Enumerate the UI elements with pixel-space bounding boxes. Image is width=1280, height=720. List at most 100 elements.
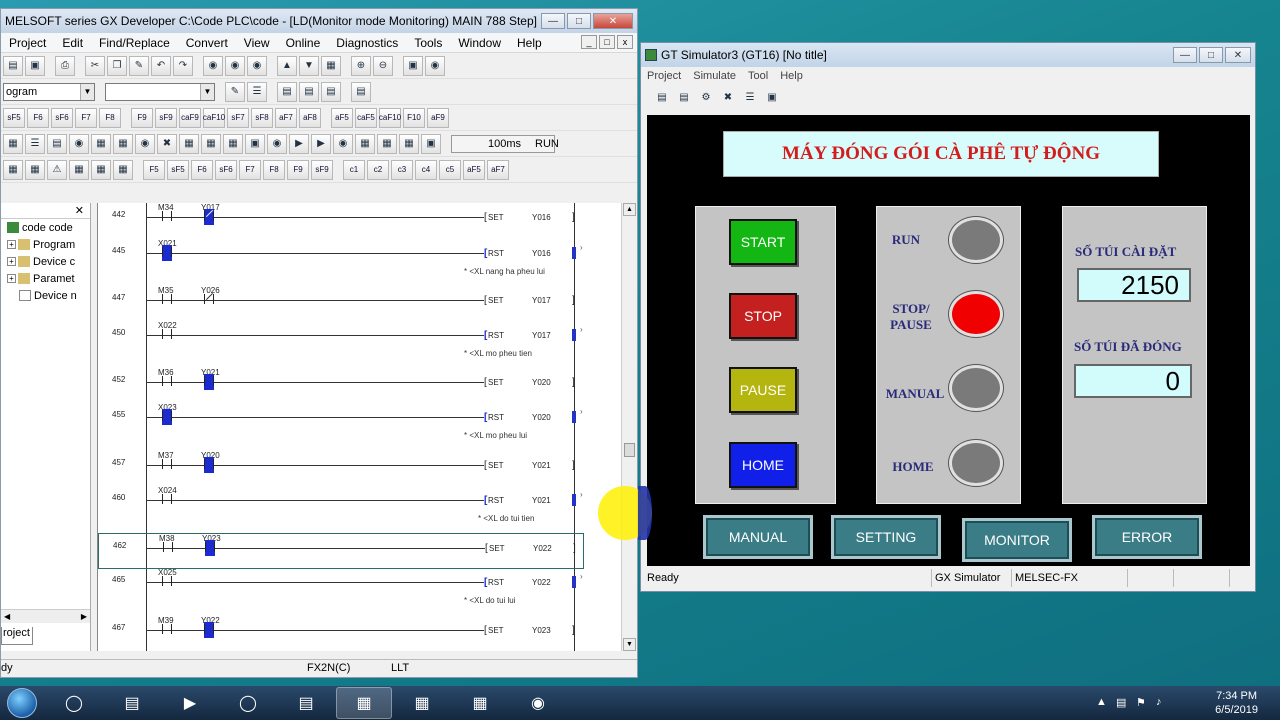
error-icon[interactable]: ⚠ [47, 159, 67, 180]
open-icon[interactable]: ▤ [653, 88, 671, 106]
contact-1[interactable] [162, 574, 172, 590]
paste-icon[interactable]: ✎ [129, 55, 149, 76]
scroll-up-icon[interactable]: ▲ [623, 203, 636, 216]
list-sym-2[interactable]: sF5 [167, 159, 189, 180]
save-icon[interactable]: ▣ [25, 55, 45, 76]
ladder-sym-1[interactable]: sF5 [3, 107, 25, 128]
scroll-down-icon[interactable]: ▼ [623, 638, 636, 651]
read-plc-icon[interactable]: ▼ [299, 55, 319, 76]
read-mode-icon[interactable]: ▦ [179, 133, 199, 154]
properties-icon[interactable]: ▣ [763, 88, 781, 106]
ladder-mode-icon[interactable]: ▦ [3, 133, 23, 154]
minimize-button[interactable]: — [1173, 47, 1197, 63]
melsoft-taskbar-icon-2[interactable]: ▦ [452, 687, 508, 719]
partial-run-icon[interactable]: ▶ [311, 133, 331, 154]
step-icon[interactable]: ▦ [69, 159, 89, 180]
list-sym-11[interactable]: c3 [391, 159, 413, 180]
contact-1[interactable] [162, 327, 172, 343]
ladder-rung[interactable]: 460X024[RSTY021]* <XL do tui tien› [98, 486, 584, 523]
remote-icon[interactable]: ▦ [399, 133, 419, 154]
ladder-sym-11[interactable]: sF8 [251, 107, 273, 128]
ladder-sym-17[interactable]: F10 [403, 107, 425, 128]
ladder-rung[interactable]: 467 M39 Y022[SET Y023] [98, 616, 584, 651]
scroll-right-icon[interactable]: ▶ [81, 612, 87, 621]
list-sym-10[interactable]: c2 [367, 159, 389, 180]
contact-1[interactable] [162, 409, 172, 425]
tree-item-device-memory[interactable]: Device n [1, 287, 90, 304]
close-button[interactable]: ✕ [1225, 47, 1251, 63]
contact-1[interactable] [162, 292, 172, 308]
contact-2[interactable] [204, 292, 214, 308]
ladder-diagram[interactable]: 442M34Y017[SETY016]445X021[RSTY016]* <XL… [97, 203, 621, 651]
home-button[interactable]: HOME [729, 442, 797, 488]
expand-icon[interactable]: + [7, 274, 16, 283]
contact-1[interactable] [162, 457, 172, 473]
list-sym-5[interactable]: F7 [239, 159, 261, 180]
data-type-combo[interactable]: ogram ▼ [3, 82, 95, 101]
list-sym-14[interactable]: aF5 [463, 159, 485, 180]
trace-line-icon[interactable]: ▦ [113, 159, 133, 180]
ie-taskbar-icon[interactable]: ◯ [46, 687, 102, 719]
gt-simulator-taskbar-icon[interactable]: ◉ [510, 687, 566, 719]
tree-item-device-comment[interactable]: + Device c [1, 253, 90, 270]
program-combo[interactable]: ▼ [105, 82, 215, 101]
stop-icon[interactable]: ✖ [719, 88, 737, 106]
close-icon[interactable]: ✕ [75, 204, 84, 217]
contact-2[interactable] [205, 540, 215, 556]
ladder-rung[interactable]: 442 M34 Y017[SET Y016] [98, 203, 584, 239]
menu-simulate[interactable]: Simulate [687, 70, 742, 82]
expand-icon[interactable]: + [7, 257, 16, 266]
undo-icon[interactable]: ↶ [151, 55, 171, 76]
ladder-sym-12[interactable]: aF7 [275, 107, 297, 128]
copy-icon[interactable]: ❐ [107, 55, 127, 76]
device-batch-icon[interactable]: ▦ [91, 133, 111, 154]
list-sym-7[interactable]: F9 [287, 159, 309, 180]
mdi-close-button[interactable]: x [617, 35, 633, 49]
mdi-restore-button[interactable]: □ [599, 35, 615, 49]
tab-project[interactable]: roject [1, 627, 33, 645]
list-sym-8[interactable]: sF9 [311, 159, 333, 180]
timing-icon[interactable]: ◉ [333, 133, 353, 154]
ladder-sym-14[interactable]: aF5 [331, 107, 353, 128]
menu-convert[interactable]: Convert [178, 36, 236, 50]
monitor-start-icon[interactable]: ▣ [245, 133, 265, 154]
minimize-button[interactable]: — [541, 13, 565, 29]
ladder-rung[interactable]: 465X025[RSTY022]* <XL do tui lui› [98, 568, 584, 605]
comment-display-icon[interactable]: ▤ [47, 133, 67, 154]
monitor-icon[interactable]: ▣ [403, 55, 423, 76]
list-sym-6[interactable]: F8 [263, 159, 285, 180]
menu-view[interactable]: View [236, 36, 278, 50]
app-green-taskbar-icon[interactable]: ◯ [220, 687, 276, 719]
contact-1[interactable] [162, 209, 172, 225]
ladder-sym-10[interactable]: sF7 [227, 107, 249, 128]
ladder-rung[interactable]: 447 M35 Y026[SET Y017] [98, 286, 584, 322]
setpoint-value[interactable]: 2150 [1077, 268, 1191, 302]
gx-titlebar[interactable]: MELSOFT series GX Developer C:\Code PLC\… [1, 9, 637, 33]
zoom-in-icon[interactable]: ⊕ [351, 55, 371, 76]
menu-tool[interactable]: Tool [742, 70, 774, 82]
insert-icon[interactable]: ▦ [3, 159, 23, 180]
tree-item-program[interactable]: + Program [1, 236, 90, 253]
ladder-sym-7[interactable]: sF9 [155, 107, 177, 128]
contact-1[interactable] [162, 622, 172, 638]
nav-manual-button[interactable]: MANUAL [703, 515, 813, 559]
monitor-mode-icon[interactable]: ◉ [69, 133, 89, 154]
ladder-sym-18[interactable]: aF9 [427, 107, 449, 128]
gt-titlebar[interactable]: GT Simulator3 (GT16) [No title] — □ ✕ [641, 43, 1255, 67]
menu-online[interactable]: Online [278, 36, 329, 50]
menu-project[interactable]: Project [641, 70, 687, 82]
trace-icon[interactable]: ▦ [377, 133, 397, 154]
find-device-icon[interactable]: ◉ [203, 55, 223, 76]
ladder-rung[interactable]: 462 M38 Y023[SET Y022] [98, 533, 584, 569]
list-sym-1[interactable]: F5 [143, 159, 165, 180]
tree-item-parameter[interactable]: + Paramet [1, 270, 90, 287]
cut-icon[interactable]: ✂ [85, 55, 105, 76]
menu-project[interactable]: Project [1, 36, 54, 50]
nav-error-button[interactable]: ERROR [1092, 515, 1202, 559]
stop-icon[interactable]: ✖ [157, 133, 177, 154]
list-sym-12[interactable]: c4 [415, 159, 437, 180]
maximize-button[interactable]: □ [1199, 47, 1223, 63]
list-sym-15[interactable]: aF7 [487, 159, 509, 180]
edit-mode-icon[interactable]: ✎ [225, 81, 245, 102]
contact-1[interactable] [162, 492, 172, 508]
